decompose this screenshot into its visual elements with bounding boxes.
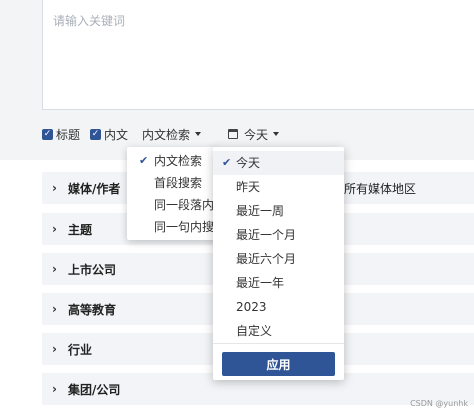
keyword-input[interactable] [43,0,474,109]
chevron-right-icon: › [52,382,57,396]
menu-item-label: 最近六个月 [236,252,297,266]
chevron-right-icon: › [52,262,57,276]
chevron-right-icon: › [52,302,57,316]
caret-down-icon [195,132,202,136]
filter-label: 行业 [68,342,93,357]
time-range-menu: ✔ 今天 昨天 最近一周 最近一个月 最近六个月 最近一年 2023 自定义 应… [213,147,344,380]
menu-item-label: 最近一年 [236,276,285,290]
title-checkbox-label: 标题 [56,127,81,142]
search-mode-menu: ✔ 内文检索 首段搜索 同一段落内搜 同一句内搜索 [127,147,219,240]
title-checkbox[interactable]: ✓ 标题 [42,126,80,143]
time-range-options: ✔ 今天 昨天 最近一周 最近一个月 最近六个月 最近一年 2023 自定义 [213,151,344,343]
checkbox-checked-icon: ✓ [42,128,53,140]
search-mode-label: 内文检索 [142,127,191,142]
caret-down-icon [273,132,280,136]
filter-value: 所有媒体地区 [344,181,417,196]
watermark: CSDN @yunhk [410,399,468,408]
filter-label: 上市公司 [68,262,117,277]
menu-item-label: 今天 [236,156,261,170]
menu-item-label: 首段搜索 [154,176,203,190]
menu-item-first-paragraph[interactable]: 首段搜索 [127,172,219,194]
menu-item-last-month[interactable]: 最近一个月 [213,223,344,247]
body-checkbox[interactable]: ✓ 内文 [90,126,128,143]
menu-item-same-sentence[interactable]: 同一句内搜索 [127,216,219,238]
menu-item-last-year[interactable]: 最近一年 [213,271,344,295]
calendar-icon [228,129,239,139]
menu-item-label: 昨天 [236,180,261,194]
menu-item-label: 2023 [236,300,267,314]
apply-button[interactable]: 应用 [222,352,335,376]
menu-item-label: 同一段落内搜 [154,198,219,212]
menu-item-year-2023[interactable]: 2023 [213,295,344,319]
time-range-label: 今天 [244,127,269,142]
filter-label: 集团/公司 [68,382,121,397]
chevron-right-icon: › [52,181,57,195]
checkbox-checked-icon: ✓ [90,128,102,140]
filter-label: 媒体/作者 [68,181,121,196]
menu-item-last-six-months[interactable]: 最近六个月 [213,247,344,271]
search-options: ✓ 标题 ✓ 内文 内文检索 今天 [42,126,280,143]
menu-item-body-search[interactable]: ✔ 内文检索 [127,150,219,172]
search-mode-dropdown[interactable]: 内文检索 [142,126,202,143]
menu-item-custom[interactable]: 自定义 [213,319,344,343]
menu-item-last-week[interactable]: 最近一周 [213,199,344,223]
menu-item-label: 同一句内搜索 [154,220,219,234]
filter-label: 高等教育 [68,302,117,317]
time-range-dropdown[interactable]: 今天 [228,126,280,143]
check-icon: ✔ [222,156,232,169]
chevron-right-icon: › [52,342,57,356]
menu-item-yesterday[interactable]: 昨天 [213,175,344,199]
menu-item-label: 自定义 [236,324,273,338]
chevron-right-icon: › [52,222,57,236]
menu-item-label: 内文检索 [154,154,203,168]
check-icon: ✔ [139,154,149,167]
menu-item-label: 最近一周 [236,204,285,218]
search-panel: ✓ 标题 ✓ 内文 内文检索 今天 [0,0,474,160]
menu-divider [213,343,344,344]
menu-item-same-paragraph[interactable]: 同一段落内搜 [127,194,219,216]
body-checkbox-label: 内文 [104,127,129,142]
keyword-box [42,0,474,110]
filter-label: 主题 [68,222,93,237]
menu-item-today[interactable]: ✔ 今天 [213,151,344,175]
menu-item-label: 最近一个月 [236,228,297,242]
